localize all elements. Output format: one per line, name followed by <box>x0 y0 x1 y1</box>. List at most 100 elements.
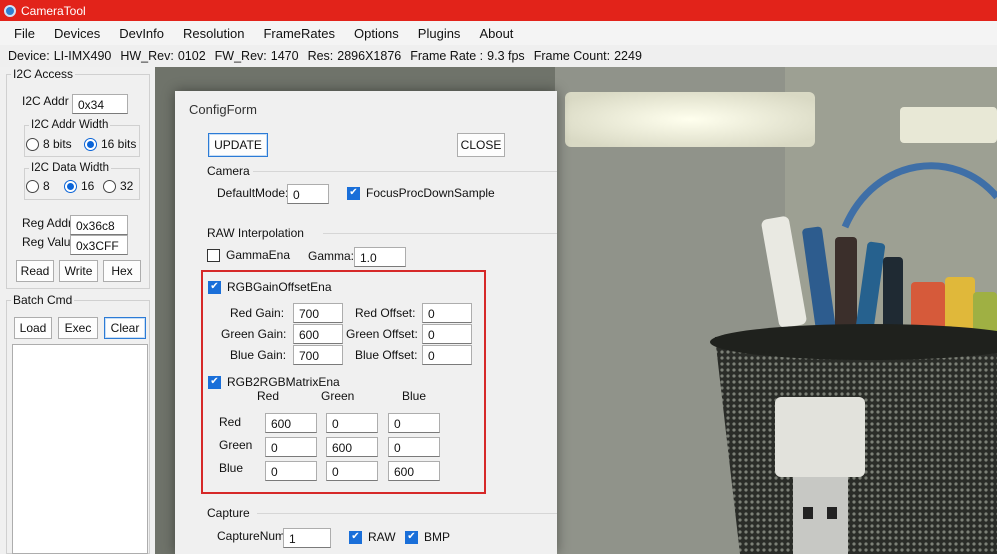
matrix-row-blue-label: Blue <box>219 461 244 475</box>
matrix-col-green: Green <box>321 389 355 403</box>
fw-rev-value: 1470 <box>270 49 299 63</box>
matrix-row-red-label: Red <box>219 415 242 429</box>
capture-section-divider <box>257 513 557 514</box>
blue-gain-input[interactable]: 700 <box>293 345 343 365</box>
frame-count-label: Frame Count: <box>533 49 611 63</box>
focus-proc-downsample-checkbox[interactable]: ✔ FocusProcDownSample <box>347 186 495 200</box>
config-form-body: UPDATE CLOSE Camera DefaultMode: 0 ✔ Foc… <box>175 126 557 554</box>
red-gain-label: Red Gain: <box>230 306 285 320</box>
i2c-addr-input[interactable]: 0x34 <box>72 94 128 114</box>
default-mode-input[interactable]: 0 <box>287 184 329 204</box>
matrix-row-green-label: Green <box>219 438 253 452</box>
red-gain-input[interactable]: 700 <box>293 303 343 323</box>
frame-rate-value: 9.3 fps <box>487 49 525 63</box>
gamma-label: Gamma: <box>308 249 355 263</box>
capture-raw-label: RAW <box>368 530 396 544</box>
addr-width-8bits-label: 8 bits <box>43 137 72 151</box>
default-mode-label: DefaultMode: <box>217 186 289 200</box>
matrix-cell-green-blue[interactable]: 0 <box>388 437 440 457</box>
update-button[interactable]: UPDATE <box>208 133 268 157</box>
data-width-16-label: 16 <box>81 179 95 193</box>
data-width-16-radio[interactable]: 16 <box>64 179 94 193</box>
data-width-32-radio[interactable]: 32 <box>103 179 133 193</box>
matrix-cell-blue-green[interactable]: 0 <box>326 461 378 481</box>
menu-plugins[interactable]: Plugins <box>418 26 461 41</box>
green-offset-label: Green Offset: <box>346 327 418 341</box>
addr-width-16bits-label: 16 bits <box>101 137 137 151</box>
menu-devinfo[interactable]: DevInfo <box>119 26 164 41</box>
read-button[interactable]: Read <box>16 260 54 282</box>
device-info-bar: Device: LI-IMX490 HW_Rev: 0102 FW_Rev: 1… <box>0 45 997 67</box>
matrix-cell-red-red[interactable]: 600 <box>265 413 317 433</box>
rgb-gain-offset-ena-label: RGBGainOffsetEna <box>227 280 332 294</box>
matrix-cell-blue-blue[interactable]: 600 <box>388 461 440 481</box>
frame-count-value: 2249 <box>614 49 642 63</box>
data-width-32-label: 32 <box>120 179 134 193</box>
matrix-cell-green-red[interactable]: 0 <box>265 437 317 457</box>
checkmark-icon: ✔ <box>208 280 221 294</box>
hw-rev-value: 0102 <box>177 49 206 63</box>
data-width-8-radio[interactable]: 8 <box>26 179 50 193</box>
res-value: 2896X1876 <box>337 49 402 63</box>
addr-width-8bits-radio[interactable]: 8 bits <box>26 137 72 151</box>
reg-value-input[interactable]: 0x3CFF <box>70 235 128 255</box>
menu-options[interactable]: Options <box>354 26 399 41</box>
hw-rev-label: HW_Rev: <box>120 49 174 63</box>
i2c-data-width-label: I2C Data Width <box>31 162 109 174</box>
matrix-col-red: Red <box>257 389 280 403</box>
rgb2rgb-matrix-ena-checkbox[interactable]: ✔ RGB2RGBMatrixEna <box>208 375 340 389</box>
batch-cmd-label: Batch Cmd <box>13 293 73 307</box>
i2c-addr-width-label: I2C Addr Width <box>31 119 109 131</box>
checkmark-icon: ✔ <box>405 530 418 544</box>
device-value: LI-IMX490 <box>53 49 112 63</box>
camera-section-label: Camera <box>207 164 250 178</box>
reg-addr-label: Reg Addr <box>22 216 73 230</box>
menu-bar: File Devices DevInfo Resolution FrameRat… <box>0 21 997 45</box>
load-button[interactable]: Load <box>14 317 52 339</box>
menu-framerates[interactable]: FrameRates <box>263 26 335 41</box>
menu-about[interactable]: About <box>479 26 513 41</box>
addr-width-16bits-radio[interactable]: 16 bits <box>84 137 136 151</box>
config-form-title: ConfigForm <box>189 102 257 117</box>
menu-file[interactable]: File <box>14 26 35 41</box>
menu-resolution[interactable]: Resolution <box>183 26 244 41</box>
app-icon <box>4 4 16 17</box>
green-offset-input[interactable]: 0 <box>422 324 472 344</box>
hex-button[interactable]: Hex <box>103 260 141 282</box>
exec-button[interactable]: Exec <box>58 317 98 339</box>
gamma-ena-label: GammaEna <box>226 248 291 262</box>
batch-command-textarea[interactable] <box>12 344 148 554</box>
fw-rev-label: FW_Rev: <box>214 49 267 63</box>
capture-bmp-label: BMP <box>424 530 451 544</box>
blue-offset-label: Blue Offset: <box>355 348 418 362</box>
capture-bmp-checkbox[interactable]: ✔ BMP <box>405 530 450 544</box>
capture-num-label: CaptureNum: <box>217 529 289 543</box>
capture-raw-checkbox[interactable]: ✔ RAW <box>349 530 396 544</box>
capture-num-input[interactable]: 1 <box>283 528 331 548</box>
raw-interpolation-label: RAW Interpolation <box>207 226 304 240</box>
gamma-input[interactable]: 1.0 <box>354 247 406 267</box>
clear-button[interactable]: Clear <box>104 317 146 339</box>
i2c-access-label: I2C Access <box>13 67 74 81</box>
gamma-ena-checkbox[interactable]: GammaEna <box>207 248 290 262</box>
title-bar: CameraTool <box>0 0 997 21</box>
red-offset-input[interactable]: 0 <box>422 303 472 323</box>
rgb-gain-offset-ena-checkbox[interactable]: ✔ RGBGainOffsetEna <box>208 280 332 294</box>
reg-value-label: Reg Value <box>22 235 78 249</box>
write-button[interactable]: Write <box>59 260 98 282</box>
blue-offset-input[interactable]: 0 <box>422 345 472 365</box>
matrix-cell-green-green[interactable]: 600 <box>326 437 378 457</box>
reg-addr-input[interactable]: 0x36c8 <box>70 215 128 235</box>
blue-gain-label: Blue Gain: <box>230 348 287 362</box>
close-button[interactable]: CLOSE <box>457 133 505 157</box>
config-form-dialog: ConfigForm UPDATE CLOSE Camera DefaultMo… <box>175 91 557 554</box>
matrix-cell-blue-red[interactable]: 0 <box>265 461 317 481</box>
green-gain-input[interactable]: 600 <box>293 324 343 344</box>
checkmark-icon: ✔ <box>349 530 362 544</box>
i2c-addr-label: I2C Addr <box>22 94 69 108</box>
checkmark-icon: ✔ <box>208 375 221 389</box>
green-gain-label: Green Gain: <box>221 327 287 341</box>
menu-devices[interactable]: Devices <box>54 26 100 41</box>
matrix-cell-red-green[interactable]: 0 <box>326 413 378 433</box>
matrix-cell-red-blue[interactable]: 0 <box>388 413 440 433</box>
